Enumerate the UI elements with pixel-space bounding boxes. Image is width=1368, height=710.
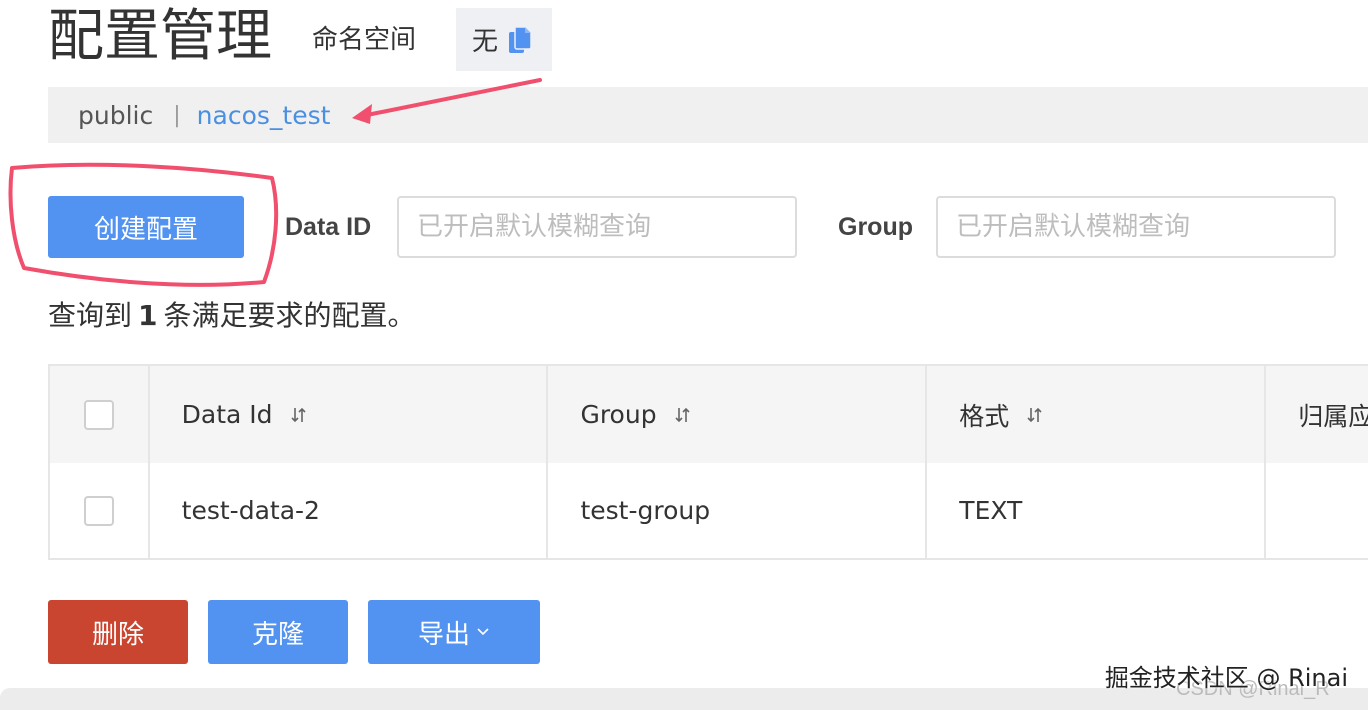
select-all-checkbox[interactable] [83,399,114,430]
header-app: 归属应 [1266,366,1368,463]
sort-icon[interactable] [675,406,691,424]
namespace-value-text: 无 [472,27,499,57]
namespace-label: 命名空间 [312,25,417,55]
result-suffix: 条满足要求的配置。 [163,299,416,332]
cell-data-id: test-data-2 [150,463,549,558]
namespace-value: 无 [456,8,552,71]
header-data-id-label: Data Id [181,400,273,429]
table-header-row: Data Id Group 格式 归属应 [50,366,1368,465]
config-table: Data Id Group 格式 归属应 test-data-2 test-gr… [48,364,1368,560]
data-id-input[interactable] [397,196,797,258]
data-id-label: Data ID [285,213,372,241]
header-data-id[interactable]: Data Id [150,366,549,463]
delete-button[interactable]: 删除 [48,600,188,664]
copy-icon[interactable] [508,25,532,54]
table-row: test-data-2 test-group TEXT [50,463,1368,558]
sort-icon[interactable] [290,406,307,424]
export-button[interactable]: 导出 [368,600,540,664]
cell-group: test-group [548,463,928,558]
row-checkbox[interactable] [83,495,114,526]
namespace-tab-public[interactable]: public [78,101,153,130]
header-app-label: 归属应 [1298,401,1368,431]
result-prefix: 查询到 [48,299,133,332]
header-format-label: 格式 [959,401,1010,431]
namespace-bar: public | nacos_test [48,87,1368,143]
watermark: 掘金技术社区 @ Rinai [1104,664,1348,692]
chevron-down-icon [476,627,490,637]
create-config-button[interactable]: 创建配置 [48,196,244,258]
clone-button[interactable]: 克隆 [208,600,348,664]
header-format[interactable]: 格式 [927,366,1267,463]
result-summary: 查询到 1 条满足要求的配置。 [48,294,416,334]
group-label: Group [838,213,913,241]
namespace-separator: | [173,102,181,128]
sort-icon[interactable] [1027,406,1043,424]
export-label: 导出 [417,619,470,650]
cell-app [1266,463,1368,558]
row-select-cell [50,463,150,558]
group-input[interactable] [936,196,1336,258]
cell-format: TEXT [927,463,1267,558]
namespace-tab-nacos-test[interactable]: nacos_test [197,101,331,130]
header-group-label: Group [580,400,657,429]
page-title: 配置管理 [48,4,272,69]
header-group[interactable]: Group [548,366,928,463]
result-count: 1 [138,299,158,332]
header-select-cell [50,366,150,463]
